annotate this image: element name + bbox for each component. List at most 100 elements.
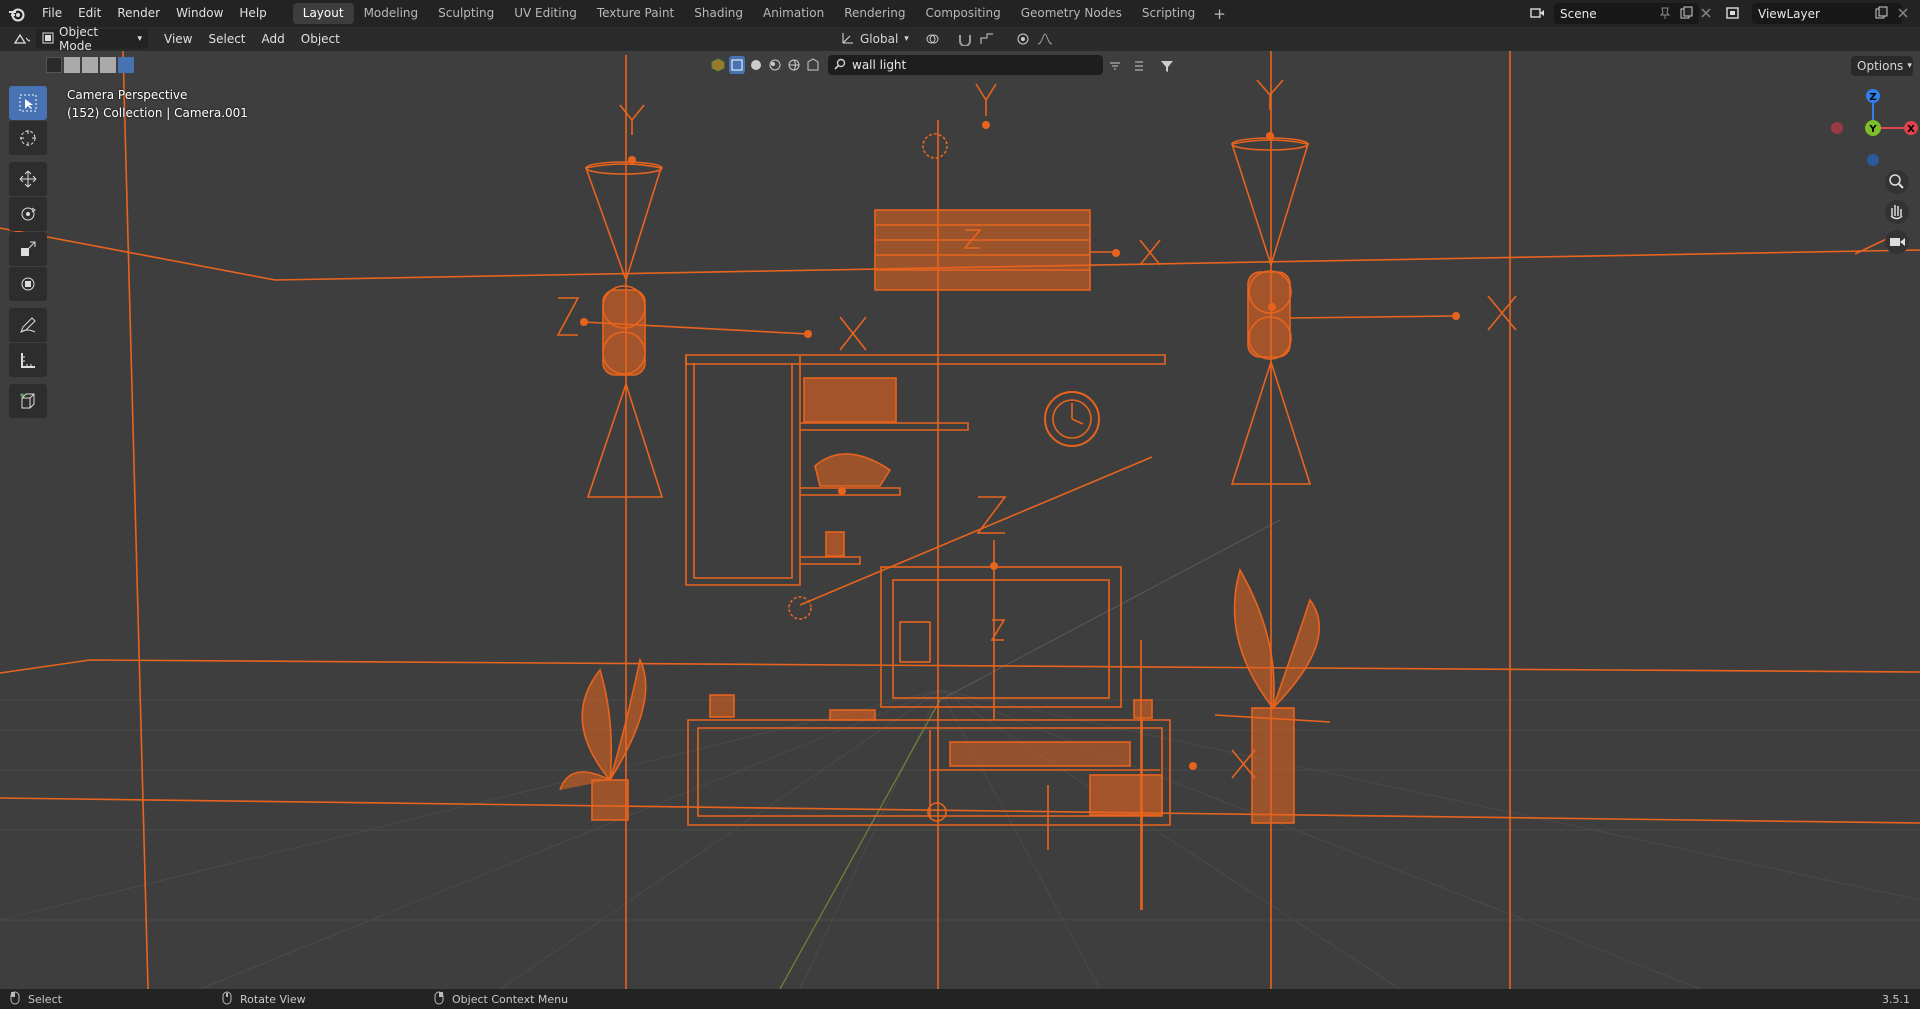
- menu-add[interactable]: Add: [254, 29, 293, 49]
- tab-texture-paint[interactable]: Texture Paint: [587, 3, 684, 24]
- options-dropdown[interactable]: Options ▾: [1851, 56, 1913, 76]
- collection-info: (152) Collection | Camera.001: [67, 106, 248, 120]
- pan-hand-icon[interactable]: [1885, 200, 1909, 224]
- pin-icon[interactable]: [1656, 4, 1674, 22]
- status-select: Select: [10, 991, 62, 1008]
- transform-tool[interactable]: [9, 267, 47, 301]
- scene-filter-icon[interactable]: [805, 56, 821, 74]
- tab-sculpting[interactable]: Sculpting: [428, 3, 504, 24]
- chevron-down-icon: ▾: [1907, 61, 1912, 71]
- wall-light-right: [1230, 51, 1517, 989]
- new-scene-icon[interactable]: [1677, 4, 1695, 22]
- gizmo-y-label: Y: [1868, 124, 1877, 135]
- zoom-icon[interactable]: [1885, 170, 1909, 194]
- menu-object[interactable]: Object: [293, 29, 348, 49]
- object-type-filter-icon[interactable]: [710, 56, 726, 74]
- tab-geometry-nodes[interactable]: Geometry Nodes: [1011, 3, 1132, 24]
- add-cube-tool[interactable]: [9, 384, 47, 418]
- visibility-filter-icons: [710, 56, 821, 74]
- proportional-edit-icon[interactable]: [1014, 30, 1032, 48]
- move-tool[interactable]: [9, 162, 47, 196]
- cursor-tool[interactable]: [9, 121, 47, 155]
- tab-animation[interactable]: Animation: [753, 3, 834, 24]
- search-icon: [834, 58, 846, 73]
- orientation-icon: [842, 32, 854, 47]
- move-icon: [19, 170, 37, 188]
- tab-shading[interactable]: Shading: [684, 3, 753, 24]
- light-filter-icon[interactable]: [767, 56, 783, 74]
- snap-icon[interactable]: [956, 30, 974, 48]
- rotate-tool[interactable]: [9, 197, 47, 231]
- navigation-gizmo[interactable]: Z X Y: [1830, 86, 1920, 256]
- mesh-filter-icon[interactable]: [729, 56, 745, 74]
- scene-name: Scene: [1560, 6, 1597, 21]
- camera-view-icon[interactable]: [1885, 230, 1909, 254]
- scale-tool[interactable]: [9, 232, 47, 266]
- menu-edit[interactable]: Edit: [70, 0, 109, 27]
- mode-selector[interactable]: Object Mode ▾: [36, 25, 148, 53]
- sort-icon[interactable]: [1132, 57, 1150, 75]
- floor-line-front: [0, 797, 1920, 824]
- version-label: 3.5.1: [1882, 992, 1910, 1006]
- editor-type-icon[interactable]: [12, 30, 30, 48]
- menu-file[interactable]: File: [34, 0, 70, 27]
- viewport-header: Object Mode ▾ View Select Add Object Glo…: [0, 25, 1920, 76]
- menu-help[interactable]: Help: [231, 0, 274, 27]
- status-rotate-label: Rotate View: [240, 992, 306, 1006]
- transform-orientation-select[interactable]: Global ▾: [836, 29, 914, 49]
- gizmo-neg-z-handle[interactable]: [1867, 154, 1879, 166]
- viewport-info: Camera Perspective (152) Collection | Ca…: [67, 86, 248, 122]
- falloff-icon[interactable]: [1036, 30, 1054, 48]
- status-select-label: Select: [28, 992, 62, 1006]
- top-bar: File Edit Render Window Help Layout Mode…: [0, 0, 1920, 27]
- select-new-icon[interactable]: [46, 57, 62, 73]
- new-view-layer-icon[interactable]: [1872, 4, 1890, 22]
- menu-view[interactable]: View: [156, 29, 200, 49]
- tab-modeling[interactable]: Modeling: [354, 3, 429, 24]
- wall-light-left: [556, 55, 867, 989]
- cube-add-icon: [20, 393, 35, 409]
- mode-label: Object Mode: [59, 25, 99, 53]
- select-box-tool[interactable]: [9, 86, 47, 120]
- gizmo-neg-x-handle[interactable]: [1831, 122, 1843, 134]
- menu-window[interactable]: Window: [168, 0, 231, 27]
- tab-uv-editing[interactable]: UV Editing: [504, 3, 587, 24]
- view-layer-selector-icon[interactable]: [1724, 4, 1742, 22]
- tab-layout[interactable]: Layout: [292, 3, 354, 24]
- pivot-point-icon[interactable]: [924, 30, 942, 48]
- material-filter-icon[interactable]: [748, 56, 764, 74]
- world-filter-icon[interactable]: [786, 56, 802, 74]
- tool-shelf: [9, 86, 49, 419]
- search-input[interactable]: [852, 58, 1092, 72]
- transform-icon: [21, 277, 35, 291]
- add-workspace-button[interactable]: +: [1205, 5, 1234, 23]
- delete-view-layer-icon[interactable]: [1894, 4, 1912, 22]
- select-subtract-icon[interactable]: [82, 57, 98, 73]
- plant-left: [559, 657, 647, 821]
- scene-selector-icon[interactable]: [1528, 4, 1546, 22]
- blender-logo-icon[interactable]: [0, 0, 34, 27]
- crosshair-icon: [20, 130, 36, 146]
- orientation-label: Global: [860, 32, 899, 46]
- gizmo-z-label: Z: [1869, 92, 1876, 103]
- filter-dropdown-icon[interactable]: [1106, 57, 1124, 75]
- funnel-icon[interactable]: [1158, 57, 1176, 75]
- select-intersect-icon[interactable]: [118, 57, 134, 73]
- 3d-viewport[interactable]: [0, 51, 1920, 989]
- tab-rendering[interactable]: Rendering: [834, 3, 915, 24]
- select-invert-icon[interactable]: [100, 57, 116, 73]
- tab-compositing[interactable]: Compositing: [915, 3, 1010, 24]
- snap-target-icon[interactable]: [978, 30, 996, 48]
- outliner-search-field[interactable]: [828, 55, 1103, 75]
- ruler-icon: [21, 353, 35, 368]
- tab-scripting[interactable]: Scripting: [1132, 3, 1205, 24]
- menu-select[interactable]: Select: [200, 29, 253, 49]
- menu-render[interactable]: Render: [109, 0, 168, 27]
- select-extend-icon[interactable]: [64, 57, 80, 73]
- tv-stand: [687, 709, 1171, 910]
- annotate-tool[interactable]: [9, 308, 47, 342]
- mouse-left-icon: [10, 991, 20, 1008]
- y-axis-line: [779, 699, 941, 989]
- measure-tool[interactable]: [9, 343, 47, 377]
- delete-scene-icon[interactable]: [1697, 4, 1715, 22]
